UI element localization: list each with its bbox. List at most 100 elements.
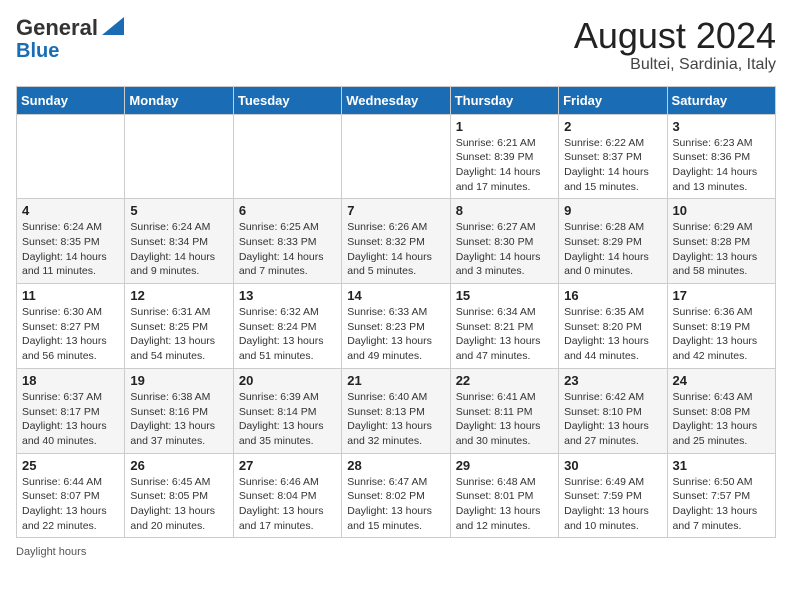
weekday-header-friday: Friday: [559, 86, 667, 114]
calendar-cell: 29 Sunrise: 6:48 AMSunset: 8:01 PMDayligh…: [450, 453, 558, 538]
day-info: Sunrise: 6:24 AMSunset: 8:35 PMDaylight:…: [22, 220, 119, 279]
day-info: Sunrise: 6:38 AMSunset: 8:16 PMDaylight:…: [130, 390, 227, 449]
logo-blue: Blue: [16, 40, 59, 62]
day-info: Sunrise: 6:29 AMSunset: 8:28 PMDaylight:…: [673, 220, 770, 279]
calendar-cell: 9 Sunrise: 6:28 AMSunset: 8:29 PMDaylight…: [559, 199, 667, 284]
day-number: 7: [347, 203, 444, 218]
calendar-cell: 21Sunrise: 6:40 AMSunset: 8:13 PMDayligh…: [342, 368, 450, 453]
location-subtitle: Bultei, Sardinia, Italy: [574, 56, 776, 74]
calendar-cell: 26Sunrise: 6:45 AMSunset: 8:05 PMDayligh…: [125, 453, 233, 538]
calendar-cell: 15Sunrise: 6:34 AMSunset: 8:21 PMDayligh…: [450, 284, 558, 369]
day-info: Sunrise: 6:44 AMSunset: 8:07 PMDaylight:…: [22, 475, 119, 534]
day-info: Sunrise: 6:22 AMSunset: 8:37 PMDaylight:…: [564, 136, 661, 195]
day-info: Sunrise: 6:36 AMSunset: 8:19 PMDaylight:…: [673, 305, 770, 364]
calendar-cell: 25Sunrise: 6:44 AMSunset: 8:07 PMDayligh…: [17, 453, 125, 538]
title-block: August 2024 Bultei, Sardinia, Italy: [574, 16, 776, 74]
day-number: 19: [130, 373, 227, 388]
day-number: 2: [564, 119, 661, 134]
calendar-cell: 20 Sunrise: 6:39 AMSunset: 8:14 PMDayligh…: [233, 368, 341, 453]
day-number: 14: [347, 288, 444, 303]
day-number: 13: [239, 288, 336, 303]
day-number: 1: [456, 119, 553, 134]
calendar-cell: 5 Sunrise: 6:24 AMSunset: 8:34 PMDaylight…: [125, 199, 233, 284]
day-info: Sunrise: 6:26 AMSunset: 8:32 PMDaylight:…: [347, 220, 444, 279]
weekday-header-saturday: Saturday: [667, 86, 775, 114]
calendar-cell: 3 Sunrise: 6:23 AMSunset: 8:36 PMDaylight…: [667, 114, 775, 199]
day-info: Sunrise: 6:40 AMSunset: 8:13 PMDaylight:…: [347, 390, 444, 449]
logo-general: General: [16, 16, 98, 40]
page-header: General Blue August 2024 Bultei, Sardini…: [16, 16, 776, 74]
day-number: 5: [130, 203, 227, 218]
week-row-4: 18Sunrise: 6:37 AMSunset: 8:17 PMDayligh…: [17, 368, 776, 453]
day-number: 3: [673, 119, 770, 134]
calendar-cell: 31Sunrise: 6:50 AMSunset: 7:57 PMDayligh…: [667, 453, 775, 538]
calendar-cell: 12 Sunrise: 6:31 AMSunset: 8:25 PMDayligh…: [125, 284, 233, 369]
calendar-cell: 23Sunrise: 6:42 AMSunset: 8:10 PMDayligh…: [559, 368, 667, 453]
calendar-table: SundayMondayTuesdayWednesdayThursdayFrid…: [16, 86, 776, 539]
week-row-1: 1 Sunrise: 6:21 AMSunset: 8:39 PMDaylight…: [17, 114, 776, 199]
day-info: Sunrise: 6:25 AMSunset: 8:33 PMDaylight:…: [239, 220, 336, 279]
calendar-cell: 27Sunrise: 6:46 AMSunset: 8:04 PMDayligh…: [233, 453, 341, 538]
calendar-cell: 4 Sunrise: 6:24 AMSunset: 8:35 PMDaylight…: [17, 199, 125, 284]
calendar-cell: [17, 114, 125, 199]
calendar-cell: [125, 114, 233, 199]
calendar-cell: 10 Sunrise: 6:29 AMSunset: 8:28 PMDayligh…: [667, 199, 775, 284]
calendar-cell: 22 Sunrise: 6:41 AMSunset: 8:11 PMDayligh…: [450, 368, 558, 453]
day-info: Sunrise: 6:49 AMSunset: 7:59 PMDaylight:…: [564, 475, 661, 534]
day-number: 24: [673, 373, 770, 388]
weekday-header-wednesday: Wednesday: [342, 86, 450, 114]
day-number: 10: [673, 203, 770, 218]
calendar-cell: 28 Sunrise: 6:47 AMSunset: 8:02 PMDayligh…: [342, 453, 450, 538]
calendar-cell: 19 Sunrise: 6:38 AMSunset: 8:16 PMDayligh…: [125, 368, 233, 453]
calendar-cell: 16Sunrise: 6:35 AMSunset: 8:20 PMDayligh…: [559, 284, 667, 369]
calendar-body: 1 Sunrise: 6:21 AMSunset: 8:39 PMDaylight…: [17, 114, 776, 538]
calendar-cell: [342, 114, 450, 199]
calendar-cell: 14 Sunrise: 6:33 AMSunset: 8:23 PMDayligh…: [342, 284, 450, 369]
day-info: Sunrise: 6:46 AMSunset: 8:04 PMDaylight:…: [239, 475, 336, 534]
week-row-5: 25Sunrise: 6:44 AMSunset: 8:07 PMDayligh…: [17, 453, 776, 538]
day-number: 16: [564, 288, 661, 303]
day-number: 4: [22, 203, 119, 218]
calendar-cell: 1 Sunrise: 6:21 AMSunset: 8:39 PMDaylight…: [450, 114, 558, 199]
day-number: 28: [347, 458, 444, 473]
footer: Daylight hours: [16, 546, 776, 558]
calendar-cell: 6Sunrise: 6:25 AMSunset: 8:33 PMDaylight…: [233, 199, 341, 284]
day-info: Sunrise: 6:21 AMSunset: 8:39 PMDaylight:…: [456, 136, 553, 195]
day-info: Sunrise: 6:30 AMSunset: 8:27 PMDaylight:…: [22, 305, 119, 364]
month-year-title: August 2024: [574, 16, 776, 56]
calendar-cell: 30Sunrise: 6:49 AMSunset: 7:59 PMDayligh…: [559, 453, 667, 538]
day-info: Sunrise: 6:45 AMSunset: 8:05 PMDaylight:…: [130, 475, 227, 534]
day-number: 20: [239, 373, 336, 388]
day-info: Sunrise: 6:27 AMSunset: 8:30 PMDaylight:…: [456, 220, 553, 279]
weekday-header-monday: Monday: [125, 86, 233, 114]
day-number: 29: [456, 458, 553, 473]
day-number: 12: [130, 288, 227, 303]
day-info: Sunrise: 6:23 AMSunset: 8:36 PMDaylight:…: [673, 136, 770, 195]
calendar-cell: 7 Sunrise: 6:26 AMSunset: 8:32 PMDaylight…: [342, 199, 450, 284]
weekday-header-thursday: Thursday: [450, 86, 558, 114]
day-info: Sunrise: 6:24 AMSunset: 8:34 PMDaylight:…: [130, 220, 227, 279]
day-info: Sunrise: 6:37 AMSunset: 8:17 PMDaylight:…: [22, 390, 119, 449]
day-info: Sunrise: 6:32 AMSunset: 8:24 PMDaylight:…: [239, 305, 336, 364]
week-row-2: 4 Sunrise: 6:24 AMSunset: 8:35 PMDaylight…: [17, 199, 776, 284]
day-info: Sunrise: 6:47 AMSunset: 8:02 PMDaylight:…: [347, 475, 444, 534]
day-number: 31: [673, 458, 770, 473]
day-number: 22: [456, 373, 553, 388]
day-number: 11: [22, 288, 119, 303]
week-row-3: 11 Sunrise: 6:30 AMSunset: 8:27 PMDayligh…: [17, 284, 776, 369]
calendar-cell: 2 Sunrise: 6:22 AMSunset: 8:37 PMDaylight…: [559, 114, 667, 199]
day-number: 9: [564, 203, 661, 218]
day-info: Sunrise: 6:34 AMSunset: 8:21 PMDaylight:…: [456, 305, 553, 364]
day-info: Sunrise: 6:43 AMSunset: 8:08 PMDaylight:…: [673, 390, 770, 449]
day-info: Sunrise: 6:33 AMSunset: 8:23 PMDaylight:…: [347, 305, 444, 364]
day-info: Sunrise: 6:41 AMSunset: 8:11 PMDaylight:…: [456, 390, 553, 449]
day-info: Sunrise: 6:48 AMSunset: 8:01 PMDaylight:…: [456, 475, 553, 534]
day-info: Sunrise: 6:39 AMSunset: 8:14 PMDaylight:…: [239, 390, 336, 449]
day-info: Sunrise: 6:28 AMSunset: 8:29 PMDaylight:…: [564, 220, 661, 279]
weekday-header-tuesday: Tuesday: [233, 86, 341, 114]
weekday-header-sunday: Sunday: [17, 86, 125, 114]
day-info: Sunrise: 6:31 AMSunset: 8:25 PMDaylight:…: [130, 305, 227, 364]
day-number: 23: [564, 373, 661, 388]
calendar-cell: 8Sunrise: 6:27 AMSunset: 8:30 PMDaylight…: [450, 199, 558, 284]
calendar-cell: 18Sunrise: 6:37 AMSunset: 8:17 PMDayligh…: [17, 368, 125, 453]
